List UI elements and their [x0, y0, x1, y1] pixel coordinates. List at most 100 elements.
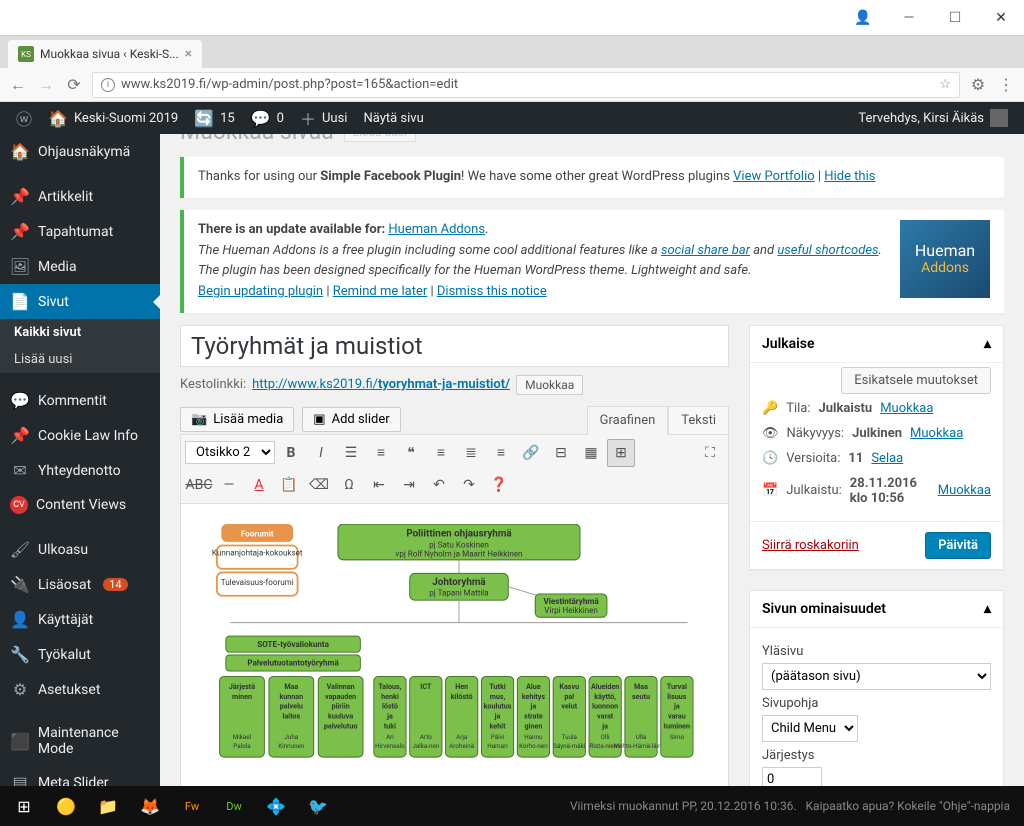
add-new-page-button[interactable]: Lisää uusi — [344, 134, 416, 142]
align-right-button[interactable]: ≡ — [487, 439, 515, 467]
editor-canvas[interactable]: Foorumit Kunnanjohtaja-kokoukset Tulevai… — [180, 504, 729, 786]
user-greeting[interactable]: Tervehdys, Kirsi Äikäs — [850, 102, 1016, 134]
menu-metaslider[interactable]: ▤Meta Slider — [0, 765, 160, 786]
tab-close-icon[interactable]: × — [185, 46, 192, 62]
task-explorer-icon[interactable]: 📁 — [88, 786, 128, 826]
window-minimize-button[interactable]: — — [886, 0, 932, 36]
update-button[interactable]: Päivitä — [925, 532, 991, 559]
add-media-button[interactable]: 📷Lisää media — [180, 407, 294, 432]
hide-this-link[interactable]: Hide this — [824, 169, 875, 184]
add-slider-button[interactable]: ▣Add slider — [302, 407, 400, 432]
browser-tab[interactable]: KS Muokkaa sivua ‹ Keski-S... × — [8, 40, 202, 68]
strike-button[interactable]: ABC — [185, 471, 213, 499]
fullscreen-button[interactable]: ⛶ — [696, 439, 724, 467]
bookmark-star-icon[interactable]: ☆ — [939, 77, 951, 92]
order-input[interactable] — [762, 767, 822, 786]
bullet-list-button[interactable]: ☰ — [337, 439, 365, 467]
undo-button[interactable]: ↶ — [425, 471, 453, 499]
window-close-button[interactable]: ✕ — [978, 0, 1024, 36]
menu-content-views[interactable]: CVContent Views — [0, 488, 160, 522]
window-maximize-button[interactable]: ☐ — [932, 0, 978, 36]
browse-revisions-link[interactable]: Selaa — [871, 451, 903, 466]
number-list-button[interactable]: ≡ — [367, 439, 395, 467]
task-fw-icon[interactable]: Fw — [172, 786, 212, 826]
indent-button[interactable]: ⇥ — [395, 471, 423, 499]
window-account-icon[interactable]: 👤 — [840, 0, 886, 36]
menu-maintenance[interactable]: ⬛Maintenance Mode — [0, 717, 160, 765]
view-portfolio-link[interactable]: View Portfolio — [733, 169, 815, 184]
remind-later-link[interactable]: Remind me later — [333, 284, 428, 299]
link-button[interactable]: 🔗 — [517, 439, 545, 467]
updates-link[interactable]: 🔄15 — [186, 102, 243, 134]
submenu-all-pages[interactable]: Kaikki sivut — [0, 319, 160, 346]
visual-tab[interactable]: Graafinen — [587, 406, 669, 435]
toolbar-toggle-button[interactable]: ⊞ — [607, 439, 635, 467]
template-select[interactable]: Child Menu — [762, 715, 858, 742]
menu-cookie-law[interactable]: 📌Cookie Law Info — [0, 418, 160, 453]
help-button[interactable]: ❓ — [485, 471, 513, 499]
menu-tools[interactable]: 🔧Työkalut — [0, 637, 160, 672]
begin-updating-link[interactable]: Begin updating plugin — [198, 284, 323, 299]
menu-events[interactable]: 📌Tapahtumat — [0, 214, 160, 249]
align-center-button[interactable]: ≣ — [457, 439, 485, 467]
menu-comments[interactable]: 💬Kommentit — [0, 383, 160, 418]
toggle-icon[interactable]: ▴ — [984, 336, 991, 352]
useful-shortcodes-link[interactable]: useful shortcodes — [777, 243, 878, 258]
dismiss-notice-link[interactable]: Dismiss this notice — [437, 284, 547, 299]
outdent-button[interactable]: ⇤ — [365, 471, 393, 499]
hueman-addons-link[interactable]: Hueman Addons — [388, 222, 485, 237]
view-page-link[interactable]: Näytä sivu — [355, 102, 431, 134]
redo-button[interactable]: ↷ — [455, 471, 483, 499]
task-firefox-icon[interactable]: 🦊 — [130, 786, 170, 826]
edit-date-link[interactable]: Muokkaa — [938, 483, 991, 498]
menu-contact[interactable]: ✉Yhteydenotto — [0, 453, 160, 488]
edit-visibility-link[interactable]: Muokkaa — [910, 426, 963, 441]
menu-pages[interactable]: 📄Sivut — [0, 284, 160, 319]
edit-permalink-button[interactable]: Muokkaa — [516, 375, 583, 395]
back-icon[interactable]: ← — [8, 75, 28, 95]
start-button[interactable]: ⊞ — [4, 786, 44, 826]
new-content-link[interactable]: ＋Uusi — [292, 102, 355, 134]
italic-button[interactable]: I — [307, 439, 335, 467]
hr-button[interactable]: — — [215, 471, 243, 499]
edit-status-link[interactable]: Muokkaa — [880, 401, 933, 416]
text-tab[interactable]: Teksti — [668, 406, 729, 434]
menu-posts[interactable]: 📌Artikkelit — [0, 179, 160, 214]
social-share-link[interactable]: social share bar — [661, 243, 750, 258]
align-left-button[interactable]: ≡ — [427, 439, 455, 467]
menu-dashboard[interactable]: 🏠Ohjausnäkymä — [0, 134, 160, 169]
reload-icon[interactable]: ⟳ — [64, 75, 84, 94]
toggle-icon[interactable]: ▴ — [984, 601, 991, 617]
format-select[interactable]: Otsikko 2 — [185, 441, 275, 464]
menu-media[interactable]: 🖼Media — [0, 249, 160, 284]
task-app-icon[interactable]: 💠 — [256, 786, 296, 826]
submenu-add-new[interactable]: Lisää uusi — [0, 346, 160, 373]
browser-menu-icon[interactable]: ⋮ — [996, 75, 1016, 94]
task-dw-icon[interactable]: Dw — [214, 786, 254, 826]
preview-button[interactable]: Esikatsele muutokset — [841, 367, 991, 394]
site-name-link[interactable]: 🏠Keski-Suomi 2019 — [40, 102, 186, 134]
menu-appearance[interactable]: 🖌Ulkoasu — [0, 532, 160, 567]
more-button[interactable]: ⊟ — [547, 439, 575, 467]
menu-settings[interactable]: ⚙Asetukset — [0, 672, 160, 707]
wp-logo[interactable]: ⓦ — [8, 102, 40, 134]
settings-gear-icon[interactable]: ⚙ — [968, 75, 988, 94]
site-info-icon[interactable]: i — [101, 78, 115, 92]
task-chrome-icon[interactable]: 🟡 — [46, 786, 86, 826]
permalink-base-link[interactable]: http://www.ks2019.fi/tyoryhmat-ja-muisti… — [252, 377, 510, 392]
columns-button[interactable]: ▦ — [577, 439, 605, 467]
menu-users[interactable]: 👤Käyttäjät — [0, 602, 160, 637]
paste-text-button[interactable]: 📋 — [275, 471, 303, 499]
textcolor-button[interactable]: A — [245, 471, 273, 499]
comments-link[interactable]: 💬0 — [243, 102, 292, 134]
quote-button[interactable]: ❝ — [397, 439, 425, 467]
trash-link[interactable]: Siirrä roskakoriin — [762, 538, 859, 553]
post-title-input[interactable] — [180, 325, 729, 367]
special-char-button[interactable]: Ω — [335, 471, 363, 499]
clear-format-button[interactable]: ⌫ — [305, 471, 333, 499]
bold-button[interactable]: B — [277, 439, 305, 467]
address-bar[interactable]: i www.ks2019.fi/wp-admin/post.php?post=1… — [92, 72, 960, 98]
task-thunderbird-icon[interactable]: 🐦 — [298, 786, 338, 826]
menu-plugins[interactable]: 🔌Lisäosat14 — [0, 567, 160, 602]
parent-select[interactable]: (päätason sivu) — [762, 663, 991, 690]
